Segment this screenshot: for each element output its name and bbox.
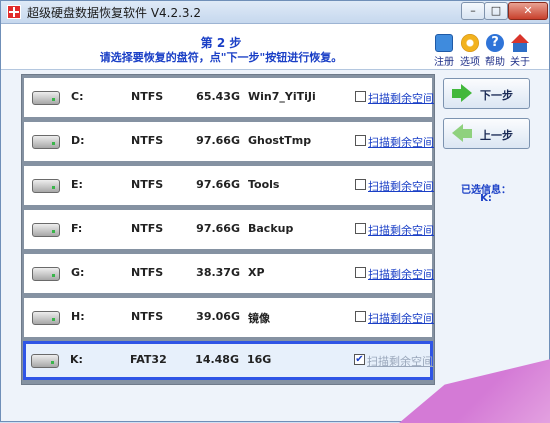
arrow-right-icon [452, 84, 472, 102]
disk-label: GhostTmp [248, 134, 312, 147]
disk-row-c[interactable]: C: NTFS 65.43G Win7_YiTiJi 扫描剩余空间 [24, 78, 434, 117]
gear-icon [461, 34, 479, 52]
step-instruction: 请选择要恢复的盘符，点"下一步"按钮进行恢复。 [99, 51, 343, 64]
disk-label: Win7_YiTiJi [248, 90, 316, 103]
minimize-button[interactable]: – [461, 2, 485, 20]
disk-filesystem: NTFS [131, 134, 164, 147]
disk-row-g[interactable]: G: NTFS 38.37G XP 扫描剩余空间 [24, 254, 434, 293]
options-label: 选项 [460, 57, 480, 68]
disk-letter: F: [71, 222, 83, 235]
hard-disk-icon [32, 311, 60, 325]
help-button[interactable]: ? 帮助 [481, 34, 509, 68]
title-bar[interactable]: 超级硬盘数据恢复软件 V4.2.3.2 – □ ✕ [1, 1, 549, 24]
scan-free-space-checkbox[interactable] [355, 223, 366, 234]
disk-size: 97.66G [196, 178, 240, 191]
register-button[interactable]: 注册 [430, 34, 458, 68]
scan-free-space-link[interactable]: 扫描剩余空间 [368, 266, 434, 282]
help-label: 帮助 [485, 57, 505, 68]
scan-free-space-link[interactable]: 扫描剩余空间 [368, 178, 434, 194]
scan-free-space-checkbox[interactable] [355, 91, 366, 102]
disk-letter: D: [71, 134, 85, 147]
disk-label: 镜像 [248, 312, 270, 325]
scan-free-space-link[interactable]: 扫描剩余空间 [368, 134, 434, 150]
disk-filesystem: NTFS [131, 178, 164, 191]
disk-row-e[interactable]: E: NTFS 97.66G Tools 扫描剩余空间 [24, 166, 434, 205]
app-window: 超级硬盘数据恢复软件 V4.2.3.2 – □ ✕ 第 2 步 请选择要恢复的盘… [0, 0, 550, 423]
app-logo-icon [7, 5, 21, 19]
next-step-label: 下一步 [480, 89, 513, 102]
hard-disk-icon [32, 267, 60, 281]
register-icon [435, 34, 453, 52]
disk-filesystem: NTFS [131, 222, 164, 235]
help-icon: ? [486, 34, 504, 52]
disk-letter: G: [71, 266, 85, 279]
scan-free-space-checkbox[interactable] [355, 267, 366, 278]
hard-disk-icon [32, 179, 60, 193]
disk-filesystem: NTFS [131, 266, 164, 279]
scan-free-space-checkbox[interactable]: ✔ [354, 354, 365, 365]
scan-free-space-link[interactable]: 扫描剩余空间 [368, 90, 434, 106]
disk-size: 14.48G [195, 353, 239, 366]
disk-label: XP [248, 266, 265, 279]
disk-size: 39.06G [196, 310, 240, 323]
previous-step-button[interactable]: 上一步 [443, 118, 530, 149]
disk-label: 16G [247, 353, 272, 366]
hard-disk-icon [31, 354, 59, 368]
disk-letter: C: [71, 90, 84, 103]
scan-free-space-link[interactable]: 扫描剩余空间 [368, 222, 434, 238]
disk-row-d[interactable]: D: NTFS 97.66G GhostTmp 扫描剩余空间 [24, 122, 434, 161]
scan-free-space-checkbox[interactable] [355, 311, 366, 322]
selected-info-value: K: [480, 193, 492, 204]
disk-row-f[interactable]: F: NTFS 97.66G Backup 扫描剩余空间 [24, 210, 434, 249]
disk-letter: E: [71, 178, 83, 191]
scan-free-space-checkbox[interactable] [355, 179, 366, 190]
scan-free-space-link[interactable]: 扫描剩余空间 [368, 310, 434, 326]
hard-disk-icon [32, 135, 60, 149]
close-button[interactable]: ✕ [508, 2, 548, 20]
about-label: 关于 [510, 57, 530, 68]
disk-size: 65.43G [196, 90, 240, 103]
disk-row-k[interactable]: K: FAT32 14.48G 16G ✔ 扫描剩余空间 [23, 341, 433, 380]
next-step-button[interactable]: 下一步 [443, 78, 530, 109]
disk-size: 38.37G [196, 266, 240, 279]
scan-free-space-link[interactable]: 扫描剩余空间 [367, 353, 433, 369]
maximize-button[interactable]: □ [484, 2, 508, 20]
window-title: 超级硬盘数据恢复软件 V4.2.3.2 [27, 6, 202, 20]
register-label: 注册 [434, 57, 454, 68]
step-header: 第 2 步 请选择要恢复的盘符，点"下一步"按钮进行恢复。 注册 选项 ? 帮助… [1, 24, 549, 70]
scan-free-space-checkbox[interactable] [355, 135, 366, 146]
house-icon [511, 34, 529, 52]
options-button[interactable]: 选项 [456, 34, 484, 68]
disk-filesystem: FAT32 [130, 353, 167, 366]
hard-disk-icon [32, 91, 60, 105]
arrow-left-icon [452, 124, 472, 142]
disk-filesystem: NTFS [131, 310, 164, 323]
about-button[interactable]: 关于 [506, 34, 534, 68]
disk-label: Backup [248, 222, 294, 235]
disk-list: C: NTFS 65.43G Win7_YiTiJi 扫描剩余空间 D: NTF… [21, 74, 435, 385]
previous-step-label: 上一步 [480, 129, 513, 142]
hard-disk-icon [32, 223, 60, 237]
disk-row-h[interactable]: H: NTFS 39.06G 镜像 扫描剩余空间 [24, 298, 434, 337]
disk-size: 97.66G [196, 222, 240, 235]
disk-filesystem: NTFS [131, 90, 164, 103]
disk-letter: H: [71, 310, 85, 323]
disk-letter: K: [70, 353, 83, 366]
disk-label: Tools [248, 178, 280, 191]
disk-size: 97.66G [196, 134, 240, 147]
